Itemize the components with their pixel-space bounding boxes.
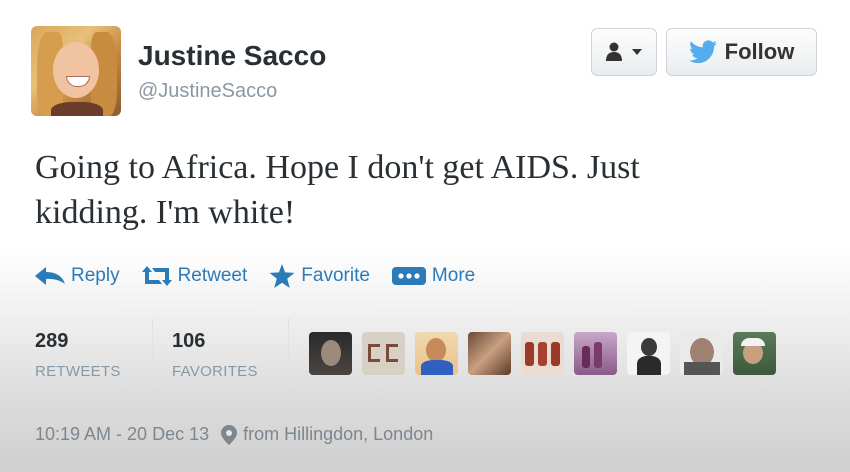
follow-button[interactable]: Follow: [666, 28, 817, 76]
star-icon: [269, 264, 295, 288]
retweets-stat[interactable]: 289 RETWEETS: [35, 330, 121, 380]
more-action[interactable]: More: [391, 265, 476, 287]
stats-divider: [152, 318, 153, 390]
favorites-label: FAVORITES: [172, 363, 258, 380]
reply-icon: [35, 267, 65, 285]
user-icon: [606, 42, 622, 61]
reply-action[interactable]: Reply: [35, 265, 120, 287]
more-label: More: [431, 265, 476, 286]
tweet-text: Going to Africa. Hope I don't get AIDS. …: [35, 145, 815, 235]
profile-handle[interactable]: @JustineSacco: [138, 80, 277, 103]
profile-name[interactable]: Justine Sacco: [138, 40, 326, 72]
user-avatar[interactable]: [521, 332, 564, 375]
stats-divider: [288, 318, 289, 390]
profile-avatar[interactable]: [31, 26, 121, 116]
more-dots-icon: [391, 267, 426, 285]
retweets-label: RETWEETS: [35, 363, 121, 380]
caret-down-icon: [632, 49, 642, 55]
tweet-text-line: Going to Africa. Hope I don't get AIDS. …: [35, 149, 640, 186]
user-avatar[interactable]: [733, 332, 776, 375]
user-actions-dropdown-button[interactable]: [591, 28, 657, 76]
twitter-bird-icon: [688, 40, 717, 64]
retweet-icon: [141, 266, 172, 286]
tweet-footer: 10:19 AM - 20 Dec 13 from Hillingdon, Lo…: [35, 424, 433, 445]
user-avatar[interactable]: [574, 332, 617, 375]
favorites-stat[interactable]: 106 FAVORITES: [172, 330, 258, 380]
user-avatar[interactable]: [362, 332, 405, 375]
user-avatar[interactable]: [309, 332, 352, 375]
user-avatar[interactable]: [680, 332, 723, 375]
favoriters-avatars: [309, 332, 776, 375]
location-pin-icon: [221, 424, 238, 445]
favorites-count: 106: [172, 330, 206, 352]
favorite-label: Favorite: [301, 265, 370, 286]
tweet-actions-bar: Reply Retweet Favorite More: [35, 264, 497, 288]
tweet-text-line: kidding. I'm white!: [35, 194, 296, 231]
user-avatar[interactable]: [468, 332, 511, 375]
reply-label: Reply: [71, 265, 120, 286]
user-avatar[interactable]: [415, 332, 458, 375]
user-avatar[interactable]: [627, 332, 670, 375]
retweet-action[interactable]: Retweet: [141, 265, 248, 287]
follow-label: Follow: [724, 39, 795, 64]
tweet-location[interactable]: from Hillingdon, London: [243, 424, 433, 445]
tweet-timestamp[interactable]: 10:19 AM - 20 Dec 13: [35, 424, 209, 445]
retweet-label: Retweet: [177, 265, 248, 286]
favorite-action[interactable]: Favorite: [269, 264, 370, 288]
retweets-count: 289: [35, 330, 69, 352]
